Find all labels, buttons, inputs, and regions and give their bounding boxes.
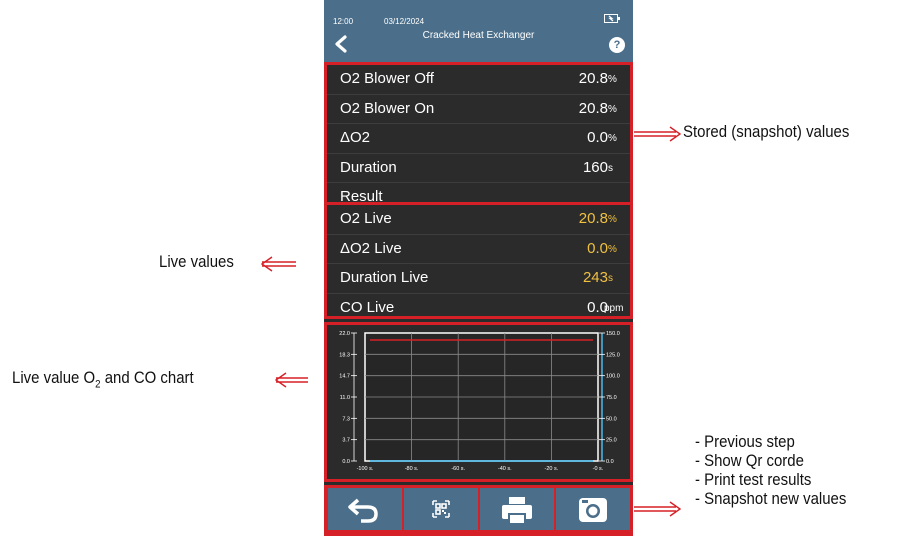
- annotation-line: - Print test results: [695, 470, 812, 489]
- annotation-chart-tail: and CO chart: [100, 368, 194, 387]
- annotation-line: - Show Qr corde: [695, 451, 804, 470]
- annotation-chart: Live value O2 and CO chart: [12, 368, 194, 390]
- annotation-stored-values: Stored (snapshot) values: [683, 122, 850, 141]
- annotation-line: - Snapshot new values: [695, 489, 847, 508]
- annotation-toolbar-legend: - Previous step - Show Qr corde - Print …: [695, 432, 846, 508]
- annotation-chart-main: Live value O: [12, 368, 96, 387]
- annotation-live-values: Live values: [159, 252, 234, 271]
- annotation-line: - Previous step: [695, 432, 795, 451]
